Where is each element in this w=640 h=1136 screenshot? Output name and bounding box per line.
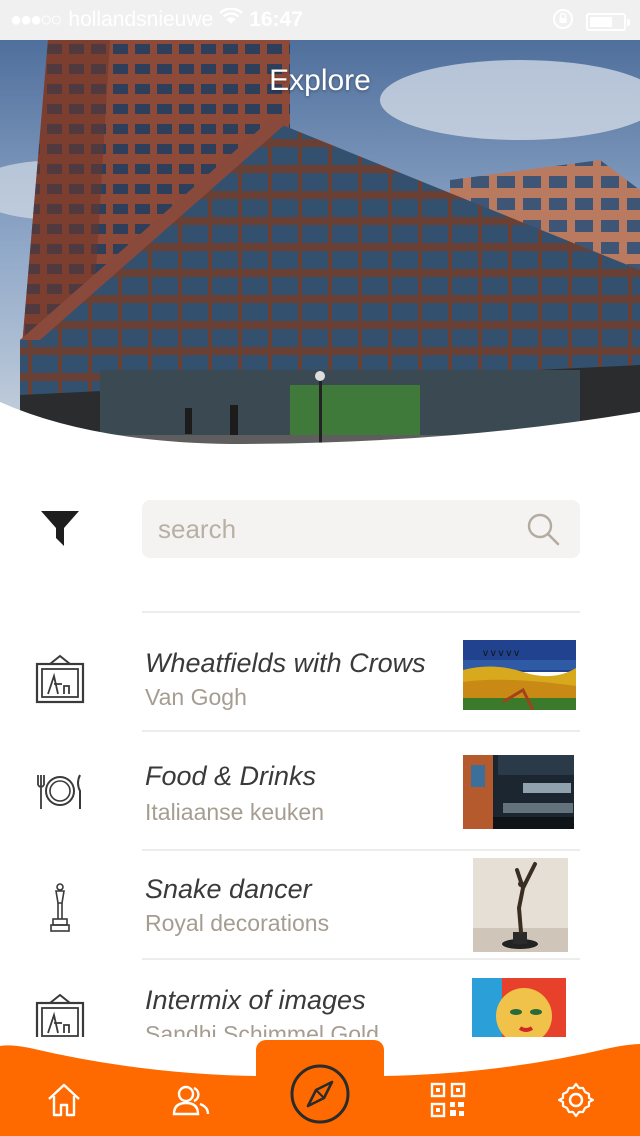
wheatfield-thumbnail: v v v v v — [463, 640, 576, 710]
search-icon[interactable] — [526, 512, 560, 546]
filter-icon[interactable] — [40, 508, 80, 548]
status-bar: ●●●○○ hollandsnieuwe 16:47 — [0, 0, 640, 40]
painting-icon — [34, 993, 86, 1037]
building-photo — [0, 40, 640, 450]
people-icon[interactable] — [170, 1080, 210, 1120]
rotation-lock-icon — [552, 8, 574, 36]
item-subtitle: Van Gogh — [145, 684, 247, 710]
item-subtitle: Sandhi Schimmel Gold — [145, 1021, 379, 1037]
painting-icon — [34, 654, 86, 706]
list-item[interactable]: Intermix of images Sandhi Schimmel Gold — [0, 959, 640, 1037]
search-input[interactable] — [158, 500, 518, 558]
list-item[interactable]: Snake dancer Royal decorations — [0, 850, 640, 958]
qr-code-icon[interactable] — [428, 1080, 468, 1120]
status-time: 16:47 — [249, 8, 303, 31]
item-subtitle: Italiaanse keuken — [145, 799, 325, 825]
statue-icon — [34, 882, 86, 934]
plate-cutlery-icon — [34, 765, 86, 817]
tab-explore[interactable] — [256, 1040, 384, 1136]
home-icon[interactable] — [44, 1080, 84, 1120]
compass-icon — [288, 1062, 352, 1126]
carrier-name: hollandsnieuwe — [68, 8, 214, 31]
item-subtitle: Royal decorations — [145, 910, 330, 936]
item-title: Snake dancer — [145, 874, 312, 904]
item-title: Intermix of images — [145, 985, 366, 1015]
item-title: Wheatfields with Crows — [145, 648, 426, 678]
statue-thumbnail — [473, 858, 568, 952]
list-item[interactable]: Wheatfields with Crows Van Gogh v v v v … — [0, 612, 640, 730]
signal-strength-icon: ●●●○○ — [10, 8, 62, 31]
search-box[interactable] — [142, 500, 580, 558]
mosaic-face-thumbnail — [472, 978, 566, 1037]
svg-text:v v v v v: v v v v v — [483, 648, 519, 659]
page-title: Explore — [269, 64, 371, 97]
battery-icon — [586, 13, 630, 31]
restaurant-thumbnail — [463, 755, 574, 829]
wifi-icon — [219, 7, 244, 32]
item-title: Food & Drinks — [145, 761, 317, 791]
gear-icon[interactable] — [556, 1080, 596, 1120]
hero-banner: Explore — [0, 40, 640, 450]
list-item[interactable]: Food & Drinks Italiaanse keuken — [0, 731, 640, 849]
